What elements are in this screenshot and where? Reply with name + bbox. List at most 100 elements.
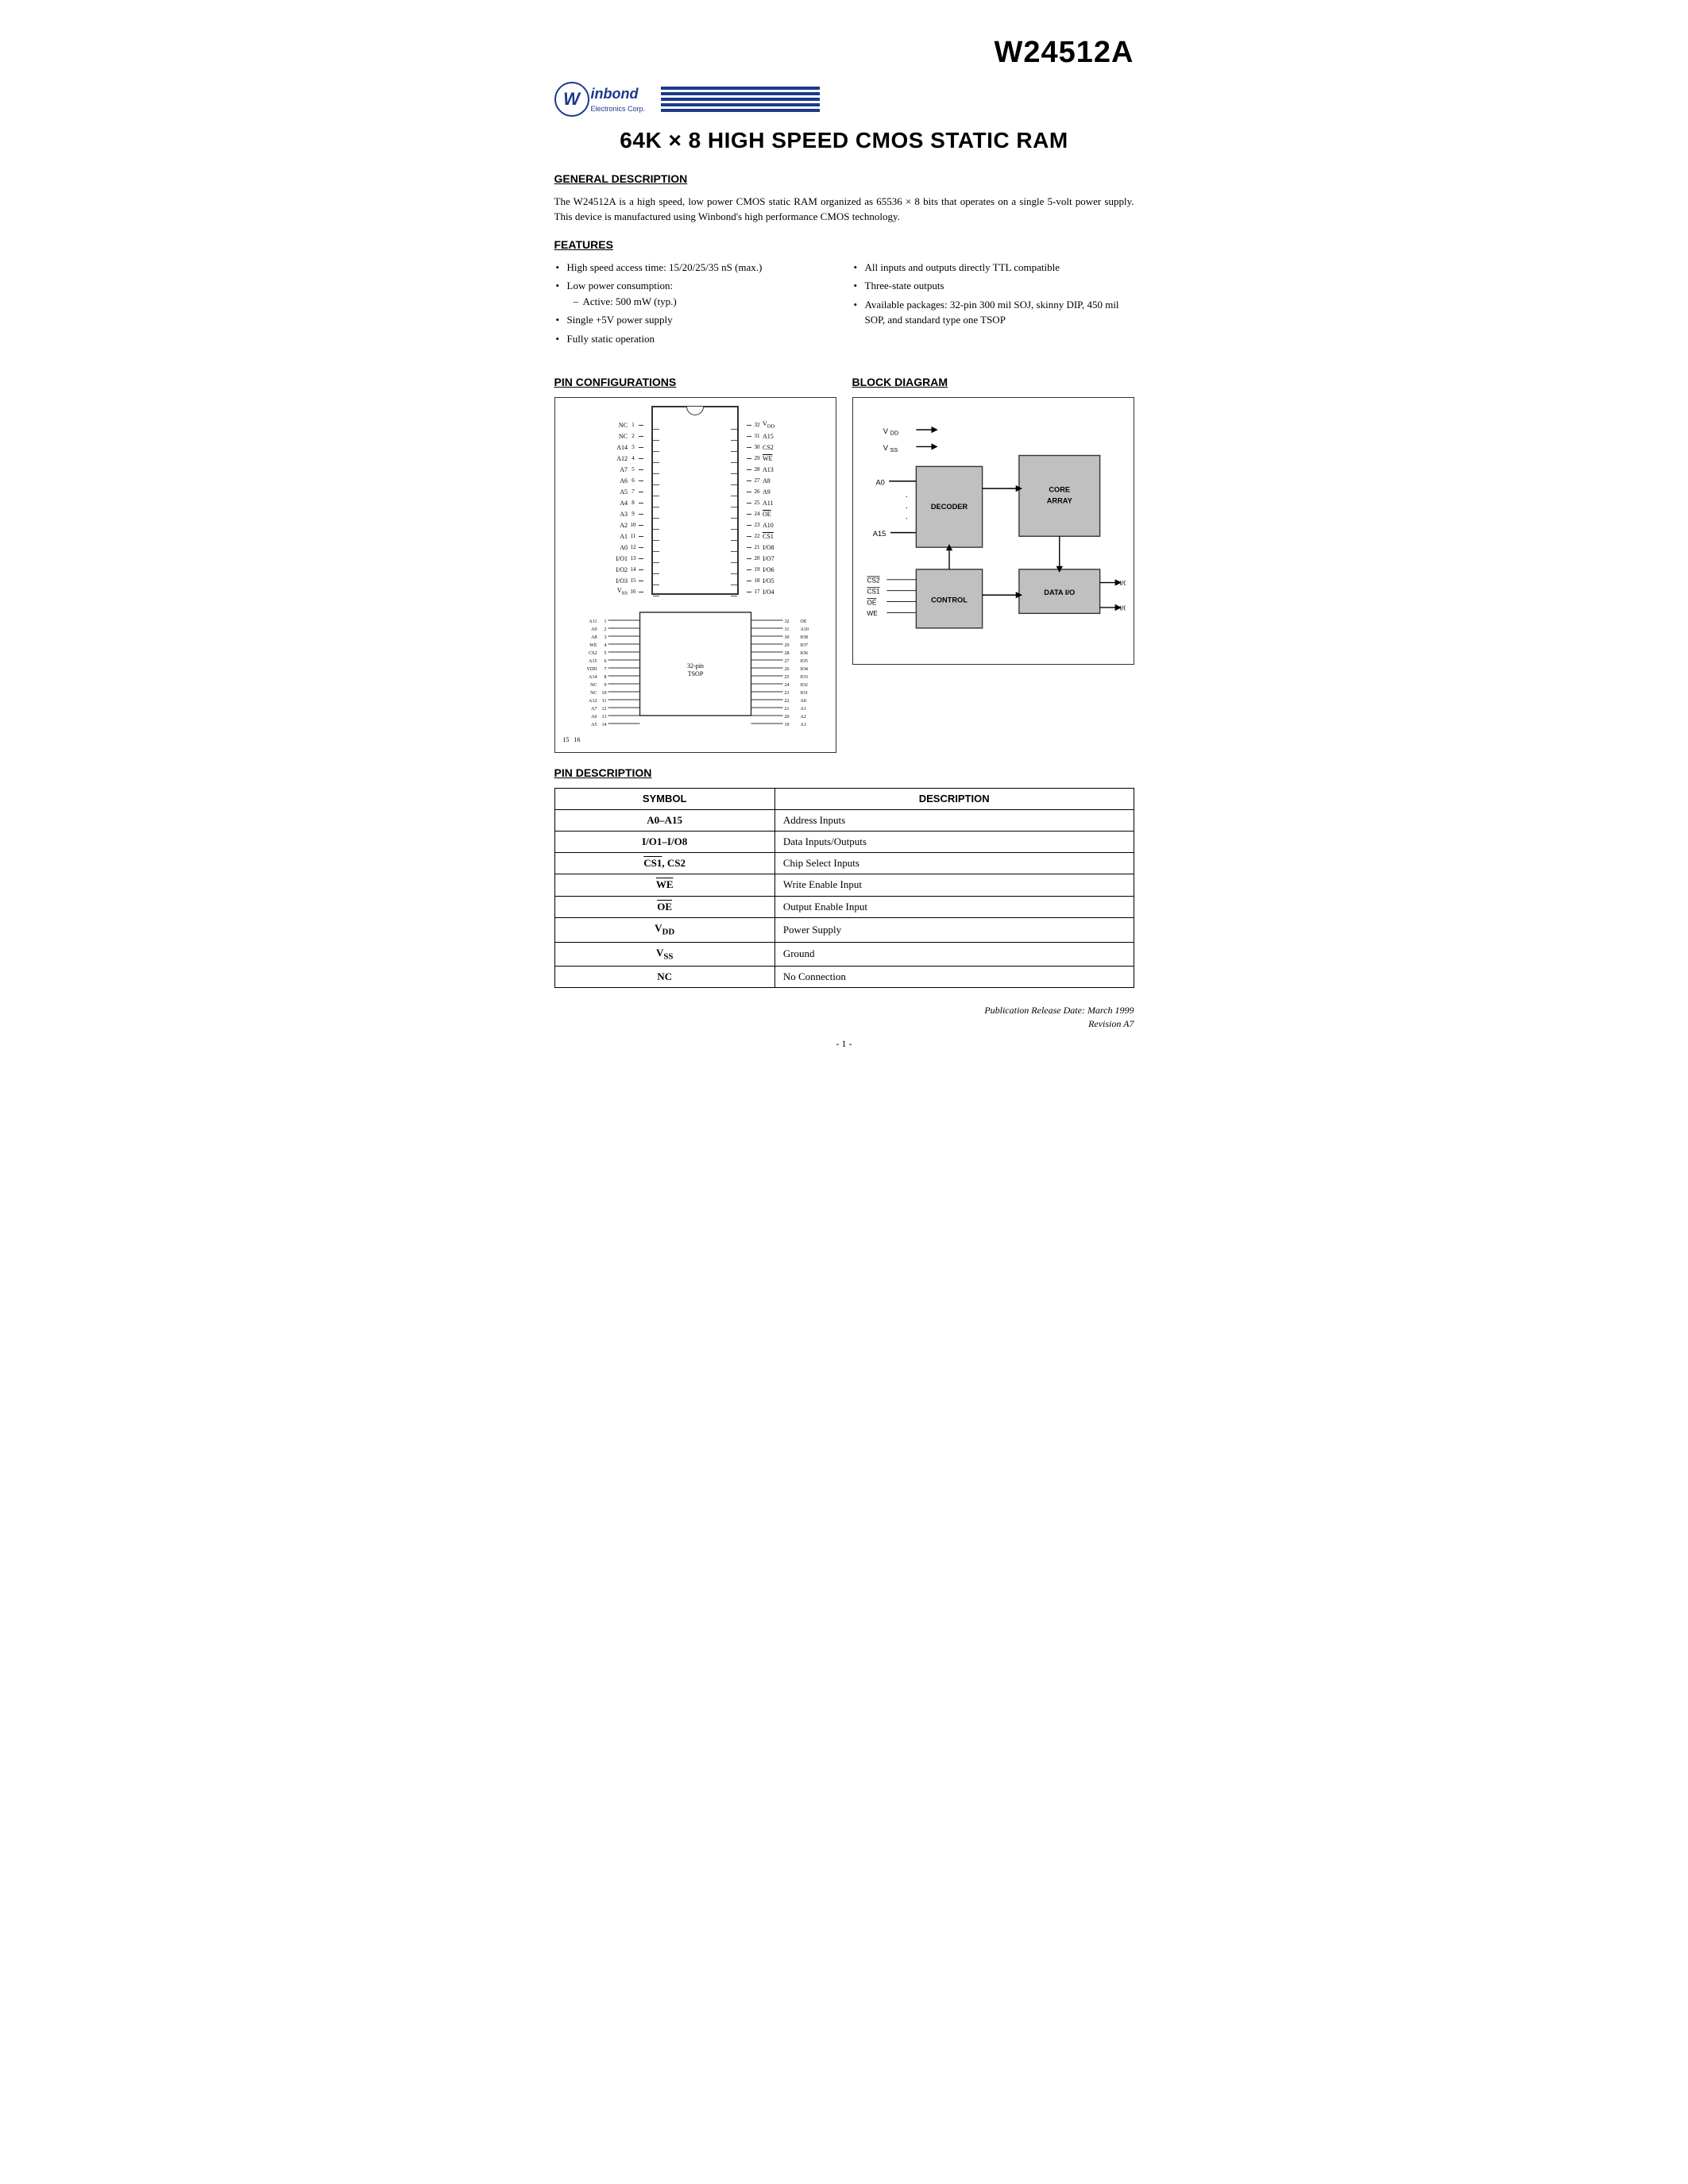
pin-desc: No Connection xyxy=(774,967,1134,988)
logo-lines xyxy=(661,87,820,112)
svg-text:A14: A14 xyxy=(589,675,597,680)
svg-text:NC: NC xyxy=(590,691,597,696)
svg-text:A11: A11 xyxy=(589,619,597,624)
svg-text:24: 24 xyxy=(784,683,789,688)
svg-text:IO8: IO8 xyxy=(800,635,807,640)
table-row: VDD Power Supply xyxy=(554,917,1134,942)
block-diagram-title: BLOCK DIAGRAM xyxy=(852,375,1134,391)
svg-text:I/O8: I/O8 xyxy=(1119,604,1125,612)
feature-item: Three-state outputs xyxy=(852,278,1134,294)
svg-text:WE: WE xyxy=(867,609,878,617)
svg-text:30: 30 xyxy=(784,635,789,640)
pin-symbol: A0–A15 xyxy=(554,809,774,831)
svg-text:I/O1: I/O1 xyxy=(1119,579,1125,587)
table-row: NC No Connection xyxy=(554,967,1134,988)
svg-text:32: 32 xyxy=(784,619,789,624)
svg-text:TSOP: TSOP xyxy=(687,670,703,677)
table-row: OE Output Enable Input xyxy=(554,896,1134,917)
features-col2: All inputs and outputs directly TTL comp… xyxy=(852,260,1134,350)
svg-text:8: 8 xyxy=(604,675,606,680)
header-top: W24512A xyxy=(554,32,1134,74)
pin-desc: Ground xyxy=(774,942,1134,967)
pin-desc: Address Inputs xyxy=(774,809,1134,831)
svg-text:IO2: IO2 xyxy=(800,683,807,688)
svg-text:ARRAY: ARRAY xyxy=(1046,496,1072,504)
table-row: CS1, CS2 Chip Select Inputs xyxy=(554,853,1134,874)
svg-text:A6: A6 xyxy=(591,715,597,720)
svg-text:A15: A15 xyxy=(589,659,597,664)
svg-text:A0: A0 xyxy=(800,699,805,704)
svg-text:A12: A12 xyxy=(589,699,597,704)
svg-text:A8: A8 xyxy=(591,635,597,640)
svg-text:2: 2 xyxy=(604,627,606,632)
svg-text:26: 26 xyxy=(784,667,789,672)
pin-symbol: VSS xyxy=(554,942,774,967)
table-row: VSS Ground xyxy=(554,942,1134,967)
svg-text:V DD: V DD xyxy=(883,426,898,436)
svg-text:A2: A2 xyxy=(800,715,805,720)
general-desc-text: The W24512A is a high speed, low power C… xyxy=(554,194,1134,225)
svg-text:A0: A0 xyxy=(875,478,884,486)
svg-text:19: 19 xyxy=(784,723,789,727)
svg-text:A10: A10 xyxy=(800,627,808,632)
svg-text:·: · xyxy=(905,514,908,523)
features-col1: High speed access time: 15/20/25/35 nS (… xyxy=(554,260,836,350)
feature-item: All inputs and outputs directly TTL comp… xyxy=(852,260,1134,276)
svg-text:12: 12 xyxy=(601,707,606,712)
main-title: 64K × 8 HIGH SPEED CMOS STATIC RAM xyxy=(554,125,1134,156)
svg-text:NC: NC xyxy=(590,683,597,688)
svg-text:11: 11 xyxy=(601,699,606,704)
svg-text:DATA I/O: DATA I/O xyxy=(1044,588,1075,596)
svg-text:4: 4 xyxy=(604,643,606,648)
svg-text:A15: A15 xyxy=(872,530,885,538)
pub-date: Publication Release Date: March 1999 xyxy=(554,1004,1134,1017)
pin-desc: Data Inputs/Outputs xyxy=(774,832,1134,853)
footer: Publication Release Date: March 1999 Rev… xyxy=(554,1004,1134,1031)
svg-text:·: · xyxy=(905,492,908,502)
svg-text:13: 13 xyxy=(601,715,606,720)
pin-desc: Write Enable Input xyxy=(774,874,1134,896)
revision: Revision A7 xyxy=(554,1017,1134,1031)
feature-item: Fully static operation xyxy=(554,331,836,347)
pin-config-box: NC 1 NC 2 A14 3 xyxy=(554,397,836,753)
features-title: FEATURES xyxy=(554,237,1134,253)
svg-text:V SS: V SS xyxy=(883,444,898,453)
svg-text:CS1: CS1 xyxy=(867,587,880,595)
svg-text:9: 9 xyxy=(604,683,606,688)
svg-text:28: 28 xyxy=(784,651,789,656)
features: FEATURES High speed access time: 15/20/2… xyxy=(554,237,1134,349)
logo-box: W inbond Electronics Corp. xyxy=(554,82,646,117)
col-description: DESCRIPTION xyxy=(774,788,1134,809)
svg-text:22: 22 xyxy=(784,699,789,704)
svg-text:WE: WE xyxy=(589,643,597,648)
svg-text:3: 3 xyxy=(604,635,606,640)
pin-desc: Power Supply xyxy=(774,917,1134,942)
feature-item: Low power consumption: Active: 500 mW (t… xyxy=(554,278,836,309)
col-symbol: SYMBOL xyxy=(554,788,774,809)
pin-config-title: PIN CONFIGURATIONS xyxy=(554,375,836,391)
svg-text:CONTROL: CONTROL xyxy=(931,596,968,604)
feature-item: Available packages: 32-pin 300 mil SOJ, … xyxy=(852,297,1134,328)
svg-text:23: 23 xyxy=(784,691,789,696)
svg-text:A9: A9 xyxy=(591,627,597,632)
pin-table: SYMBOL DESCRIPTION A0–A15 Address Inputs… xyxy=(554,788,1134,989)
pin-symbol: VDD xyxy=(554,917,774,942)
svg-text:IO1: IO1 xyxy=(800,691,807,696)
block-diagram-svg: V DD V SS A0 xyxy=(861,406,1126,652)
svg-text:20: 20 xyxy=(784,715,789,720)
svg-text:·: · xyxy=(905,504,908,513)
table-row: A0–A15 Address Inputs xyxy=(554,809,1134,831)
feature-item: Single +5V power supply xyxy=(554,312,836,328)
svg-text:IO3: IO3 xyxy=(800,675,807,680)
svg-text:A5: A5 xyxy=(591,723,597,727)
svg-text:DECODER: DECODER xyxy=(930,503,968,511)
svg-text:IO4: IO4 xyxy=(800,667,807,672)
svg-text:31: 31 xyxy=(784,627,789,632)
model-number: W24512A xyxy=(995,32,1134,74)
svg-text:10: 10 xyxy=(601,691,606,696)
block-diagram: BLOCK DIAGRAM V DD V SS xyxy=(852,362,1134,753)
table-row: I/O1–I/O8 Data Inputs/Outputs xyxy=(554,832,1134,853)
svg-text:7: 7 xyxy=(604,667,606,672)
general-desc-title: GENERAL DESCRIPTION xyxy=(554,172,1134,187)
svg-text:A3: A3 xyxy=(800,723,805,727)
